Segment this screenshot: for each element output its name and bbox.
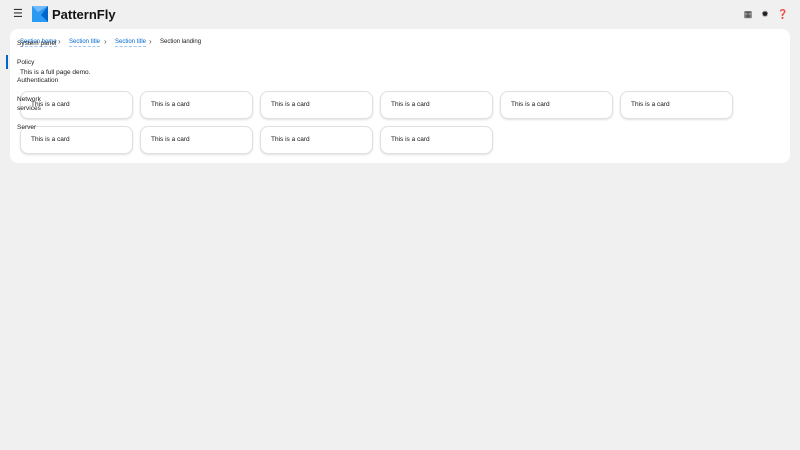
nav-item-authentication[interactable]: Authentication: [17, 76, 58, 85]
card[interactable]: This is a card: [260, 126, 373, 154]
card[interactable]: This is a card: [260, 91, 373, 119]
grid-icon[interactable]: ▦: [743, 9, 753, 19]
page-description: This is a full page demo.: [20, 69, 91, 76]
breadcrumb-section-2[interactable]: Section title: [115, 38, 147, 47]
card[interactable]: This is a card: [140, 126, 253, 154]
chevron-right-icon: ›: [149, 37, 152, 46]
brand-name[interactable]: PatternFly: [52, 7, 116, 23]
nav-active-indicator: [6, 55, 8, 69]
nav-item-network-services[interactable]: Network services: [17, 95, 47, 113]
menu-icon[interactable]: ☰: [13, 9, 23, 20]
breadcrumb-section-1[interactable]: Section title: [69, 38, 101, 47]
chevron-right-icon: ›: [104, 37, 107, 46]
nav-item-policy[interactable]: Policy: [17, 58, 34, 67]
card[interactable]: This is a card: [380, 91, 493, 119]
card[interactable]: This is a card: [620, 91, 733, 119]
help-icon[interactable]: ❓: [777, 9, 788, 19]
breadcrumb-current: Section landing: [160, 39, 202, 45]
card[interactable]: This is a card: [500, 91, 613, 119]
card[interactable]: This is a card: [20, 126, 133, 154]
card[interactable]: This is a card: [140, 91, 253, 119]
patternfly-logo: [32, 6, 48, 22]
card[interactable]: This is a card: [380, 126, 493, 154]
nav-item-server[interactable]: Server: [17, 123, 36, 132]
chevron-right-icon: ›: [58, 37, 61, 46]
nav-item-system-panel[interactable]: System panel: [17, 39, 56, 48]
gear-icon[interactable]: ✹: [760, 9, 770, 19]
